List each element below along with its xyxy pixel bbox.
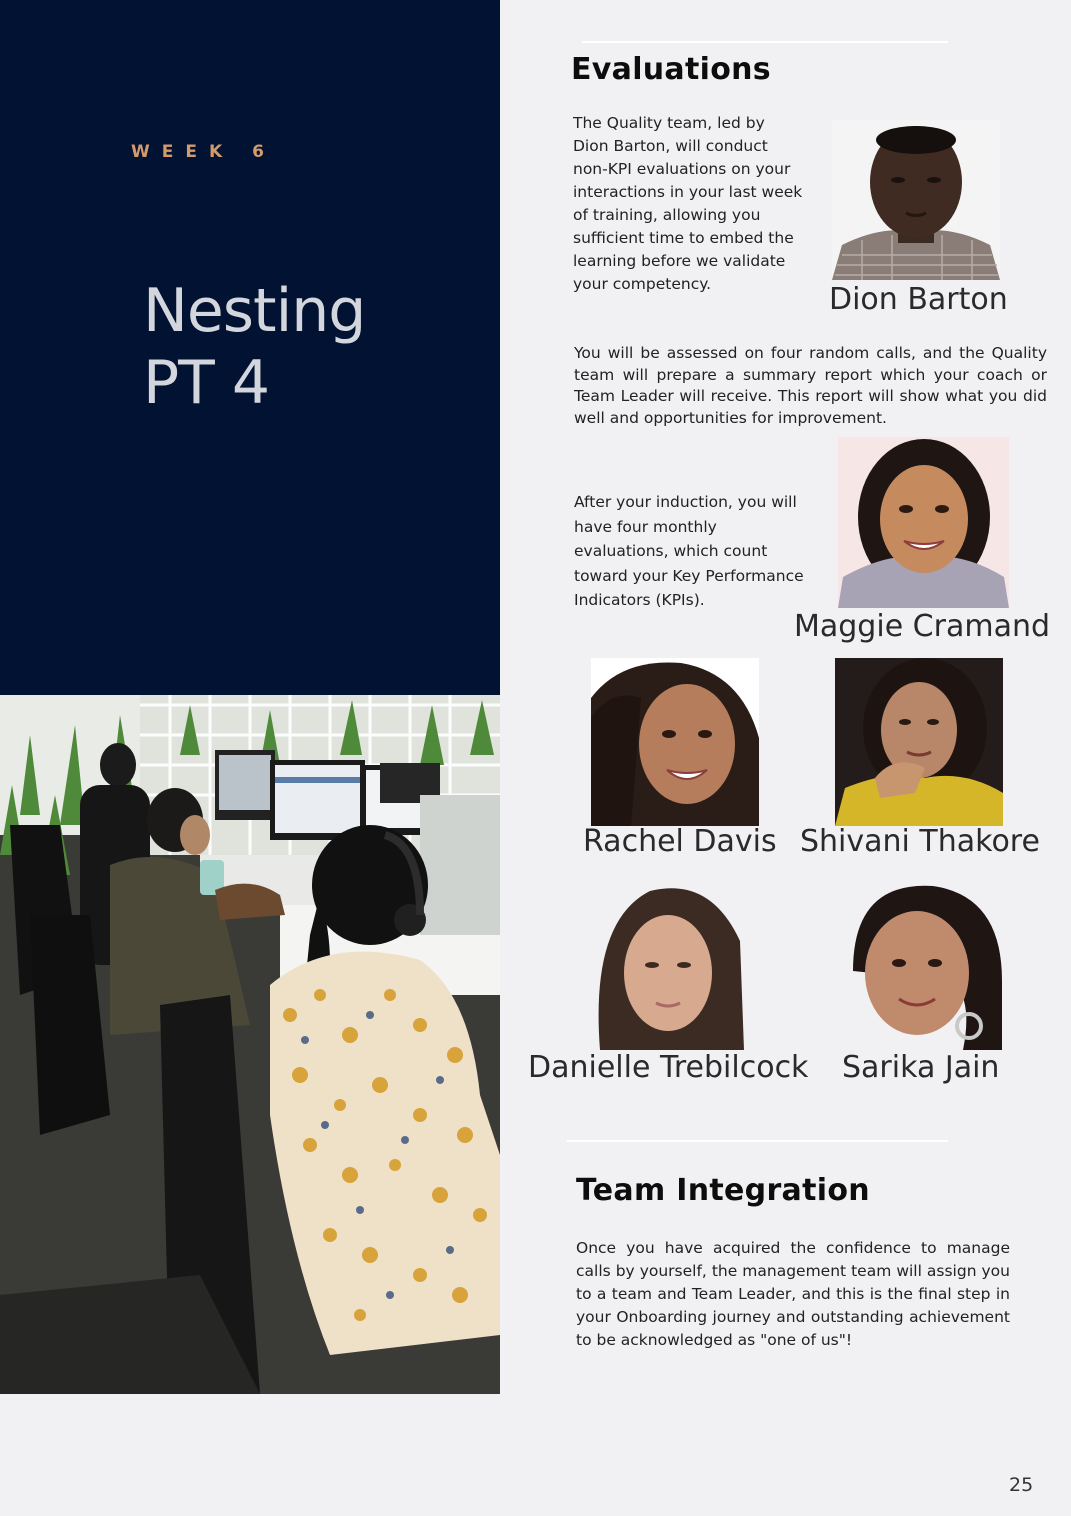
page-title: Nesting PT 4 bbox=[143, 275, 366, 419]
team-integration-heading: Team Integration bbox=[576, 1173, 870, 1208]
sarika-jain-photo bbox=[853, 881, 1002, 1050]
week-label: WEEK 6 bbox=[131, 142, 276, 162]
danielle-trebilcock-photo bbox=[590, 881, 744, 1050]
top-divider bbox=[582, 41, 948, 43]
page-number: 25 bbox=[1009, 1474, 1034, 1496]
title-line-1: Nesting bbox=[143, 276, 366, 346]
title-line-2: PT 4 bbox=[143, 348, 270, 418]
danielle-trebilcock-name: Danielle Trebilcock bbox=[528, 1050, 809, 1085]
evaluations-heading: Evaluations bbox=[571, 52, 771, 87]
cover-panel: WEEK 6 Nesting PT 4 bbox=[0, 0, 500, 695]
monthly-evaluations-paragraph: After your induction, you will have four… bbox=[574, 493, 804, 609]
section-divider bbox=[567, 1140, 948, 1142]
assessment-paragraph: You will be assessed on four random call… bbox=[574, 344, 1047, 427]
team-integration-paragraph: Once you have acquired the confidence to… bbox=[576, 1239, 1010, 1349]
dion-barton-name: Dion Barton bbox=[829, 282, 1008, 317]
evaluations-intro: The Quality team, led by Dion Barton, wi… bbox=[573, 114, 803, 293]
rachel-davis-name: Rachel Davis bbox=[583, 824, 777, 859]
call-centre-photo bbox=[0, 695, 500, 1394]
shivani-thakore-name: Shivani Thakore bbox=[800, 824, 1040, 859]
maggie-cramand-photo bbox=[838, 437, 1009, 608]
sarika-jain-name: Sarika Jain bbox=[842, 1050, 1000, 1085]
shivani-thakore-photo bbox=[835, 658, 1003, 826]
rachel-davis-photo bbox=[591, 658, 759, 826]
maggie-cramand-name: Maggie Cramand bbox=[794, 609, 1051, 644]
dion-barton-photo bbox=[832, 120, 1000, 280]
